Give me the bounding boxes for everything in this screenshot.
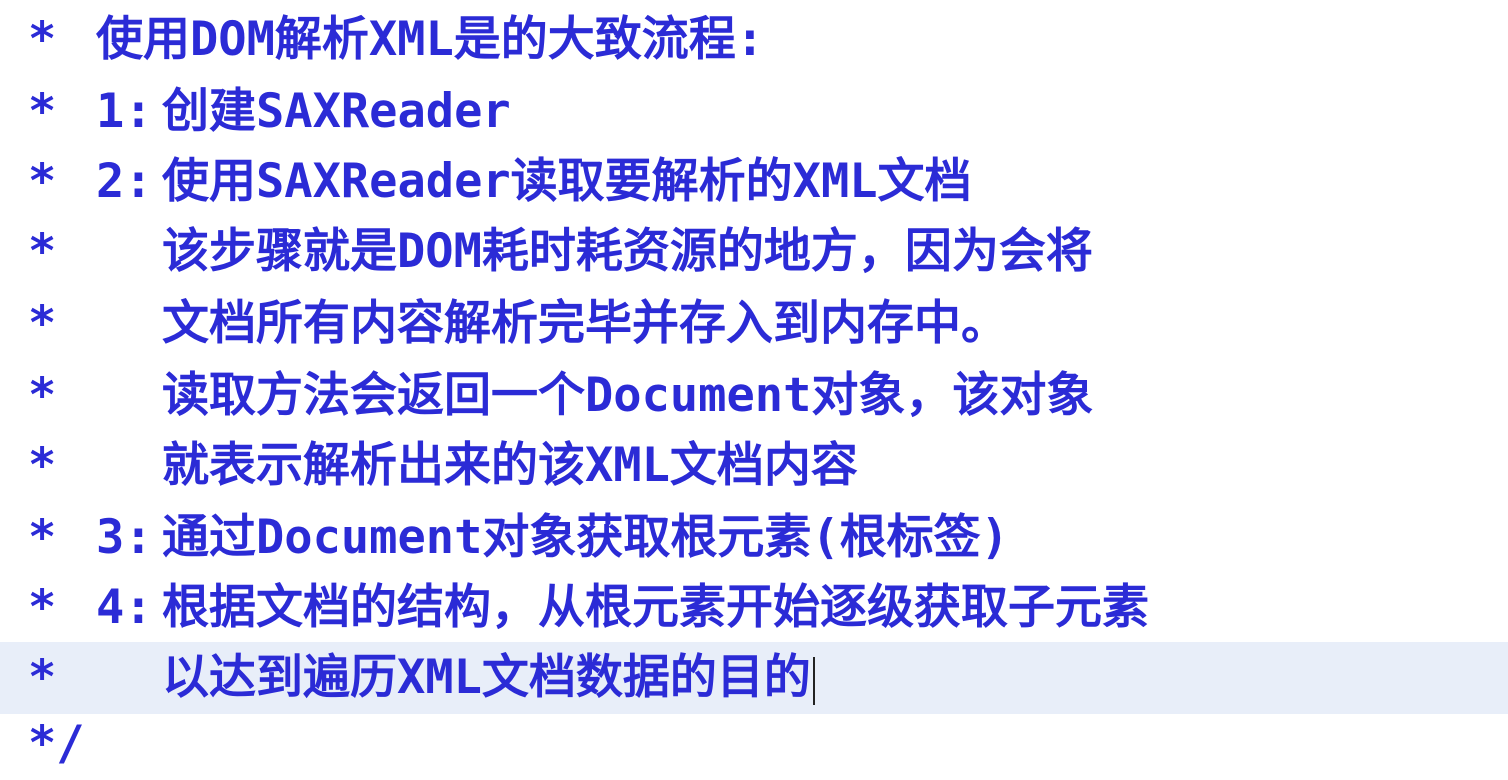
comment-star: * bbox=[28, 224, 57, 279]
comment-line-6[interactable]: * 读取方法会返回一个Document对象，该对象 bbox=[0, 360, 1508, 432]
comment-text: 就表示解析出来的该XML文档内容 bbox=[162, 438, 858, 493]
comment-star: * bbox=[28, 510, 57, 565]
comment-text: 文档所有内容解析完毕并存入到内存中。 bbox=[162, 296, 1008, 351]
comment-line-11[interactable]: */ bbox=[0, 708, 1508, 780]
comment-star: * bbox=[28, 368, 57, 423]
step-number: 1: bbox=[96, 84, 153, 139]
text-cursor bbox=[812, 656, 815, 705]
comment-star: * bbox=[28, 84, 57, 139]
comment-line-2[interactable]: * 1: 创建SAXReader bbox=[0, 76, 1508, 148]
comment-line-7[interactable]: * 就表示解析出来的该XML文档内容 bbox=[0, 430, 1508, 502]
comment-star: * bbox=[28, 296, 57, 351]
comment-line-4[interactable]: * 该步骤就是DOM耗时耗资源的地方，因为会将 bbox=[0, 216, 1508, 288]
comment-text: 通过Document对象获取根元素(根标签) bbox=[162, 510, 1009, 565]
comment-end: */ bbox=[28, 716, 85, 771]
comment-text: 根据文档的结构，从根元素开始逐级获取子元素 bbox=[162, 580, 1149, 635]
comment-text: 使用DOM解析XML是的大致流程: bbox=[96, 12, 765, 67]
comment-text-value: 以达到遍历XML文档数据的目的 bbox=[162, 650, 811, 705]
comment-line-9[interactable]: * 4: 根据文档的结构，从根元素开始逐级获取子元素 bbox=[0, 572, 1508, 644]
comment-text: 使用SAXReader读取要解析的XML文档 bbox=[162, 154, 972, 209]
comment-text: 该步骤就是DOM耗时耗资源的地方，因为会将 bbox=[162, 224, 1093, 279]
comment-line-10-current[interactable]: * 以达到遍历XML文档数据的目的 bbox=[0, 642, 1508, 714]
step-number: 4: bbox=[96, 580, 153, 635]
comment-star: * bbox=[28, 438, 57, 493]
comment-text: 读取方法会返回一个Document对象，该对象 bbox=[162, 368, 1094, 423]
comment-line-8[interactable]: * 3: 通过Document对象获取根元素(根标签) bbox=[0, 502, 1508, 574]
comment-star: * bbox=[28, 580, 57, 635]
comment-text: 创建SAXReader bbox=[162, 84, 511, 139]
comment-star: * bbox=[28, 12, 57, 67]
comment-star: * bbox=[28, 154, 57, 209]
comment-line-1[interactable]: * 使用DOM解析XML是的大致流程: bbox=[0, 4, 1508, 76]
comment-star: * bbox=[28, 650, 57, 705]
comment-line-5[interactable]: * 文档所有内容解析完毕并存入到内存中。 bbox=[0, 288, 1508, 360]
code-editor[interactable]: * 使用DOM解析XML是的大致流程: * 1: 创建SAXReader * 2… bbox=[0, 0, 1508, 780]
comment-text: 以达到遍历XML文档数据的目的 bbox=[162, 642, 815, 714]
comment-line-3[interactable]: * 2: 使用SAXReader读取要解析的XML文档 bbox=[0, 146, 1508, 218]
step-number: 3: bbox=[96, 510, 153, 565]
step-number: 2: bbox=[96, 154, 153, 209]
